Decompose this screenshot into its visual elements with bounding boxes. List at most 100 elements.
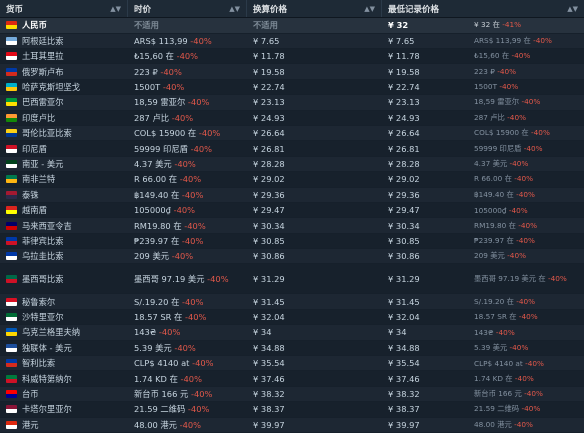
table-row[interactable]: 秘鲁索尔 S/.19.20 在 -40% ¥ 31.45 ¥ 31.45 S/.19.2… xyxy=(0,294,584,310)
price-cell: ARS$ 113,99 -40% xyxy=(128,34,247,48)
currency-cell: 南亚 - 美元 xyxy=(0,157,128,171)
currency-cell: 印尼盾 xyxy=(0,141,128,155)
table-row[interactable]: 乌拉圭比索 209 美元 -40% ¥ 30.86 ¥ 30.86 209 美元 -40… xyxy=(0,249,584,265)
local-price: 不适用 xyxy=(134,20,159,31)
currency-cell: 巴西雷亚尔 xyxy=(0,95,128,109)
lowest-price: ¥ 29.47 xyxy=(388,205,420,216)
price-cell: ₺15,60 在 -40% xyxy=(128,49,247,63)
converted-price: ¥ 23.13 xyxy=(253,97,285,108)
sort-icon[interactable]: ▲▼ xyxy=(110,5,121,13)
lowest-discount: -40% xyxy=(524,389,543,399)
lowest-price: ¥ 26.64 xyxy=(388,128,420,139)
table-row[interactable]: 智利比索 CLP$ 4140 at -40% ¥ 35.54 ¥ 35.54 CLP$ … xyxy=(0,356,584,372)
table-row[interactable]: 墨西哥比索 墨西哥 97.19 美元 -40% ¥ 31.29 ¥ 31.29 墨西哥 … xyxy=(0,264,584,295)
table-row[interactable]: 乌克兰格里夫纳 143₴ -40% ¥ 34 ¥ 34 143₴ -40% xyxy=(0,325,584,341)
table-row[interactable]: 台币 新台币 166 元 -40% ¥ 38.32 ¥ 38.32 新台币 166 元 … xyxy=(0,386,584,403)
flag-icon xyxy=(6,21,17,30)
sort-icon[interactable]: ▲▼ xyxy=(364,5,375,13)
lowest-discount: -40% xyxy=(511,51,531,61)
price-cell: 48.00 港元 -40% xyxy=(128,418,247,432)
currency-cell: 科威特第纳尔 xyxy=(0,371,128,385)
lowest-discount: -41% xyxy=(502,20,522,30)
header-converted[interactable]: 换算价格 ▲▼ xyxy=(247,0,382,18)
lowest-local: ฿149.40 在 xyxy=(474,189,514,199)
currency-cell: 卡塔尔里亚尔 xyxy=(0,402,128,416)
lowest-discount: -40% xyxy=(499,82,519,92)
converted-price: ¥ 29.47 xyxy=(253,205,285,216)
lowest-discount: -40% xyxy=(495,327,515,337)
table-row[interactable]: 马来西亚令吉 RM19.80 在 -40% ¥ 30.34 ¥ 30.34 RM19.8… xyxy=(0,218,584,234)
table-row[interactable]: 港元 48.00 港元 -40% ¥ 39.97 ¥ 39.97 48.00 港元 -4… xyxy=(0,417,584,433)
table-row[interactable]: 科威特第纳尔 1.74 KD 在 -40% ¥ 37.46 ¥ 37.46 1.74 K… xyxy=(0,371,584,387)
currency-cell: 智利比索 xyxy=(0,356,128,370)
lowest-local-cell: RM19.80 在 -40% xyxy=(468,218,584,232)
lowest-local-cell: 18.57 SR 在 -40% xyxy=(468,310,584,324)
lowest-price: ¥ 28.28 xyxy=(388,158,420,169)
currency-name: 南非兰特 xyxy=(22,174,56,185)
table-row[interactable]: 哥伦比亚比索 COL$ 15900 在 -40% ¥ 26.64 ¥ 26.64 COL… xyxy=(0,125,584,142)
currency-name: 乌拉圭比索 xyxy=(22,251,64,262)
table-row[interactable]: 沙特里亚尔 18.57 SR 在 -40% ¥ 32.04 ¥ 32.04 18.57 … xyxy=(0,309,584,326)
price-cell: 21.59 二维码 -40% xyxy=(128,402,247,416)
lowest-discount: -40% xyxy=(507,251,527,261)
table-row[interactable]: 南亚 - 美元 4.37 美元 -40% ¥ 28.28 ¥ 28.28 4.37 美元… xyxy=(0,156,584,173)
table-row[interactable]: 印尼盾 59999 印尼盾 -40% ¥ 26.81 ¥ 26.81 59999 印尼盾… xyxy=(0,141,584,157)
price-cell: 143₴ -40% xyxy=(128,325,247,339)
currency-cell: 乌克兰格里夫纳 xyxy=(0,325,128,339)
lowest-local-cell: 59999 印尼盾 -40% xyxy=(468,141,584,155)
lowest-discount: -40% xyxy=(521,97,541,107)
header-currency[interactable]: 货币 ▲▼ xyxy=(0,0,128,18)
currency-cell: 哈萨克斯坦坚戈 xyxy=(0,80,128,94)
local-price: 21.59 二维码 xyxy=(134,404,186,415)
table-row[interactable]: 南非兰特 R 66.00 在 -40% ¥ 29.02 ¥ 29.02 R 66.00 … xyxy=(0,172,584,188)
table-row[interactable]: 菲律宾比索 ₱239.97 在 -40% ¥ 30.85 ¥ 30.85 ₱239.97… xyxy=(0,233,584,250)
table-row[interactable]: 人民币 不适用 不适用 ¥ 32 ¥ 32 在 -41% xyxy=(0,18,584,34)
sort-icon[interactable]: ▲▼ xyxy=(567,5,578,13)
flag-icon xyxy=(6,82,17,91)
currency-name: 菲律宾比索 xyxy=(22,235,64,246)
table-row[interactable]: 阿根廷比索 ARS$ 113,99 -40% ¥ 7.65 ¥ 7.65 ARS$ 11… xyxy=(0,33,584,50)
currency-cell: 哥伦比亚比索 xyxy=(0,126,128,140)
table-row[interactable]: 卡塔尔里亚尔 21.59 二维码 -40% ¥ 38.37 ¥ 38.37 21.59 … xyxy=(0,402,584,418)
lowest-local: 105000₫ xyxy=(474,205,507,215)
currency-cell: 越南盾 xyxy=(0,203,128,217)
discount-percent: -40% xyxy=(176,51,199,62)
currency-name: 乌克兰格里夫纳 xyxy=(22,327,81,338)
flag-icon xyxy=(6,206,17,215)
flag-icon xyxy=(6,343,17,352)
table-row[interactable]: 俄罗斯卢布 223 ₽ -40% ¥ 19.58 ¥ 19.58 223 ₽ -40% xyxy=(0,64,584,80)
converted-price: ¥ 26.81 xyxy=(253,143,285,154)
local-price: 48.00 港元 xyxy=(134,419,177,430)
table-row[interactable]: 土耳其里拉 ₺15,60 在 -40% ¥ 11.78 ¥ 11.78 ₺15,60 在… xyxy=(0,49,584,65)
table-row[interactable]: 越南盾 105000₫ -40% ¥ 29.47 ¥ 29.47 105000₫ -40… xyxy=(0,202,584,219)
local-price: CLP$ 4140 at xyxy=(134,358,190,369)
discount-percent: -40% xyxy=(171,251,194,262)
sort-icon[interactable]: ▲▼ xyxy=(229,5,240,13)
converted-price: ¥ 38.37 xyxy=(253,404,285,415)
local-price: ₺15,60 在 xyxy=(134,51,174,62)
table-row[interactable]: 印度卢比 287 卢比 -40% ¥ 24.93 ¥ 24.93 287 卢比 -40% xyxy=(0,110,584,126)
lowest-local-cell: ₱239.97 在 -40% xyxy=(468,234,584,248)
lowest-discount: -40% xyxy=(509,158,529,168)
discount-percent: -40% xyxy=(190,389,213,400)
lowest-discount: -40% xyxy=(547,273,567,283)
lowest-local-cell: CLP$ 4140 at -40% xyxy=(468,356,584,370)
lowest-local-cell: R 66.00 在 -40% xyxy=(468,172,584,186)
lowest-discount: -40% xyxy=(497,67,517,77)
header-price[interactable]: 时价 ▲▼ xyxy=(128,0,247,18)
converted-price: ¥ 24.93 xyxy=(253,112,285,123)
table-row[interactable]: 独联体 - 美元 5.39 美元 -40% ¥ 34.88 ¥ 34.88 5.39 美… xyxy=(0,340,584,357)
local-price: 287 卢比 xyxy=(134,112,170,123)
header-lowest[interactable]: 最低记录价格 ▲▼ xyxy=(382,0,584,17)
converted-price: ¥ 30.85 xyxy=(253,235,285,246)
lowest-discount: -40% xyxy=(518,220,538,230)
table-row[interactable]: 巴西雷亚尔 18,59 雷亚尔 -40% ¥ 23.13 ¥ 23.13 18,59 雷… xyxy=(0,95,584,111)
price-cell: 18,59 雷亚尔 -40% xyxy=(128,95,247,109)
currency-name: 科威特第纳尔 xyxy=(22,373,72,384)
table-row[interactable]: 哈萨克斯坦坚戈 1500T -40% ¥ 22.74 ¥ 22.74 1500T -40… xyxy=(0,79,584,96)
lowest-discount: -40% xyxy=(516,189,535,199)
table-row[interactable]: 泰铢 ฿149.40 在 -40% ¥ 29.36 ¥ 29.36 ฿149.40 在 … xyxy=(0,187,584,203)
converted-price: 不适用 xyxy=(253,20,278,31)
lowest-price: ¥ 23.13 xyxy=(388,97,420,108)
lowest-price: ¥ 24.93 xyxy=(388,112,420,123)
